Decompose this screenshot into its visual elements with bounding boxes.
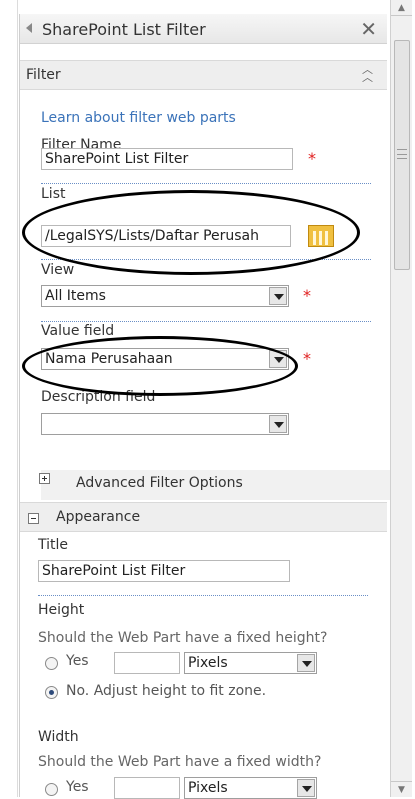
filter-section-header[interactable]: Filter ︿ ︿ xyxy=(20,60,387,90)
description-field-label: Description field xyxy=(41,389,156,405)
scroll-up-arrow-icon[interactable]: ▲ xyxy=(391,0,412,16)
title-input[interactable]: SharePoint List Filter xyxy=(38,560,290,582)
filter-name-input[interactable]: SharePoint List Filter xyxy=(41,148,293,170)
chevron-down-icon[interactable] xyxy=(269,287,287,305)
tool-pane-header: SharePoint List Filter ✕ xyxy=(20,14,387,44)
back-arrow-icon[interactable] xyxy=(26,23,32,33)
left-gutter xyxy=(0,0,18,797)
collapse-chevron-icon[interactable]: ︿ ︿ xyxy=(362,64,373,83)
scroll-down-arrow-icon[interactable]: ▼ xyxy=(391,781,412,797)
required-marker: * xyxy=(303,286,311,305)
advanced-filter-options-row[interactable]: Advanced Filter Options xyxy=(39,470,391,500)
height-yes-radio[interactable] xyxy=(45,657,58,670)
description-field-select[interactable] xyxy=(41,413,289,435)
list-input[interactable]: /LegalSYS/Lists/Daftar Perusah xyxy=(41,225,291,247)
required-marker: * xyxy=(308,149,316,168)
chevron-down-icon[interactable] xyxy=(269,350,287,368)
height-value-input[interactable] xyxy=(114,652,180,674)
value-field-label: Value field xyxy=(41,323,115,339)
filter-section-label: Filter xyxy=(26,67,61,83)
chevron-down-icon[interactable] xyxy=(297,779,315,797)
value-field-select-value: Nama Perusahaan xyxy=(45,351,173,367)
learn-filter-link[interactable]: Learn about filter web parts xyxy=(41,110,236,126)
appearance-section-header[interactable]: Appearance xyxy=(20,502,387,532)
divider xyxy=(38,595,368,596)
close-icon[interactable]: ✕ xyxy=(360,17,377,41)
width-yes-label: Yes xyxy=(66,779,89,795)
required-marker: * xyxy=(303,349,311,368)
expand-plus-icon[interactable] xyxy=(39,473,50,484)
list-picker-icon[interactable] xyxy=(308,225,334,247)
scroll-thumb[interactable] xyxy=(394,40,410,270)
appearance-section-label: Appearance xyxy=(56,509,141,525)
width-yes-radio[interactable] xyxy=(45,783,58,796)
width-value-input[interactable] xyxy=(114,777,180,799)
width-label: Width xyxy=(38,729,79,745)
height-no-radio[interactable] xyxy=(45,686,58,699)
view-select[interactable]: All Items xyxy=(41,285,289,307)
list-label: List xyxy=(41,186,66,202)
advanced-filter-options-label: Advanced Filter Options xyxy=(76,475,243,491)
collapse-minus-icon[interactable] xyxy=(28,513,39,524)
tool-pane-title: SharePoint List Filter xyxy=(42,20,206,39)
width-unit-value: Pixels xyxy=(188,780,228,796)
height-no-label: No. Adjust height to fit zone. xyxy=(66,683,267,699)
height-label: Height xyxy=(38,602,85,618)
vertical-scrollbar[interactable]: ▲ ▼ xyxy=(390,0,412,797)
view-select-value: All Items xyxy=(45,288,106,304)
value-field-select[interactable]: Nama Perusahaan xyxy=(41,348,289,370)
height-question: Should the Web Part have a fixed height? xyxy=(38,630,328,646)
view-label: View xyxy=(41,262,75,278)
title-label: Title xyxy=(38,537,69,553)
width-unit-select[interactable]: Pixels xyxy=(184,777,317,799)
grip-icon xyxy=(397,149,407,159)
chevron-down-icon[interactable] xyxy=(269,415,287,433)
divider xyxy=(41,183,371,184)
height-unit-select[interactable]: Pixels xyxy=(184,652,317,674)
tool-pane: SharePoint List Filter ✕ Filter ︿ ︿ Learn… xyxy=(19,14,391,799)
divider xyxy=(41,321,371,322)
chevron-down-icon[interactable] xyxy=(297,654,315,672)
width-question: Should the Web Part have a fixed width? xyxy=(38,754,322,770)
divider xyxy=(41,259,371,260)
height-yes-label: Yes xyxy=(66,653,89,669)
height-unit-value: Pixels xyxy=(188,655,228,671)
